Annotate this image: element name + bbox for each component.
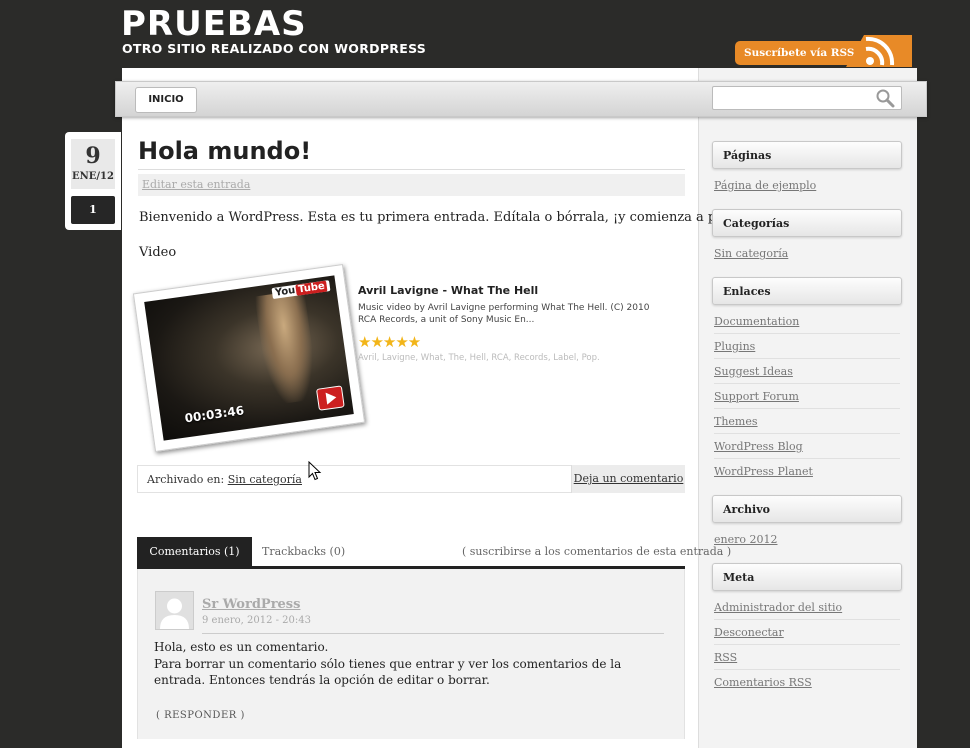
video-duration: 00:03:46 bbox=[183, 403, 245, 426]
sidebar-link-themes[interactable]: Themes bbox=[714, 415, 758, 428]
sidebar-link-documentation[interactable]: Documentation bbox=[714, 315, 799, 328]
sidebar-divider bbox=[714, 408, 900, 409]
sidebar-link-rss[interactable]: RSS bbox=[714, 651, 737, 664]
site-description: OTRO SITIO REALIZADO CON WORDPRESS bbox=[122, 41, 427, 56]
subscribe-comments-link[interactable]: ( suscribirse a los comentarios de esta … bbox=[462, 545, 731, 558]
post-date-month: ENE/12 bbox=[72, 171, 114, 182]
comment-date: 9 enero, 2012 - 20:43 bbox=[202, 615, 311, 626]
sidebar-heading-links: Enlaces bbox=[712, 277, 902, 305]
comment-count-badge[interactable]: 1 bbox=[71, 196, 115, 224]
video-label: Video bbox=[139, 245, 177, 260]
sidebar-divider bbox=[714, 358, 900, 359]
edit-post-link[interactable]: Editar esta entrada bbox=[142, 178, 250, 191]
comment-divider bbox=[202, 633, 664, 634]
rss-icon[interactable] bbox=[840, 35, 912, 67]
sidebar-divider bbox=[714, 383, 900, 384]
sidebar-divider bbox=[714, 458, 900, 459]
comment-text-line2: Para borrar un comentario sólo tienes qu… bbox=[154, 657, 622, 687]
sidebar-link-wordpress-blog[interactable]: WordPress Blog bbox=[714, 440, 803, 453]
site-title[interactable]: PRUEBAS bbox=[121, 4, 307, 44]
leave-comment-link[interactable]: Deja un comentario bbox=[571, 465, 685, 493]
avatar bbox=[155, 591, 194, 630]
post-title[interactable]: Hola mundo! bbox=[138, 137, 311, 165]
sidebar-divider bbox=[714, 433, 900, 434]
sidebar-link-suggest-ideas[interactable]: Suggest Ideas bbox=[714, 365, 793, 378]
post-body: Bienvenido a WordPress. Esta es tu prime… bbox=[139, 210, 772, 225]
archived-label: Archivado en: bbox=[147, 473, 225, 486]
sidebar-divider bbox=[714, 619, 900, 620]
sidebar-heading-categories: Categorías bbox=[712, 209, 902, 237]
sidebar-heading-pages: Páginas bbox=[712, 141, 902, 169]
post-date: 9 ENE/12 bbox=[71, 139, 115, 189]
comment-author[interactable]: Sr WordPress bbox=[202, 597, 300, 612]
sidebar-link-plugins[interactable]: Plugins bbox=[714, 340, 755, 353]
nav-home-button[interactable]: INICIO bbox=[135, 87, 197, 113]
comment-text-line1: Hola, esto es un comentario. bbox=[154, 640, 329, 654]
rss-abbr: RSS bbox=[788, 676, 812, 689]
sidebar-divider bbox=[714, 644, 900, 645]
search-box bbox=[712, 86, 902, 110]
reply-link[interactable]: ( RESPONDER ) bbox=[156, 710, 245, 721]
sidebar-heading-meta: Meta bbox=[712, 563, 902, 591]
video-description: Music video by Avril Lavigne performing … bbox=[358, 303, 650, 325]
sidebar-link-wordpress-planet[interactable]: WordPress Planet bbox=[714, 465, 813, 478]
sidebar-link-sample-page[interactable]: Página de ejemplo bbox=[714, 179, 816, 192]
sidebar-link-support-forum[interactable]: Support Forum bbox=[714, 390, 799, 403]
title-divider bbox=[138, 169, 685, 170]
mouse-cursor-icon bbox=[308, 460, 322, 481]
sidebar-heading-archive: Archivo bbox=[712, 495, 902, 523]
sidebar-divider bbox=[714, 333, 900, 334]
tab-trackbacks[interactable]: Trackbacks (0) bbox=[262, 545, 345, 558]
video-title[interactable]: Avril Lavigne - What The Hell bbox=[358, 284, 538, 297]
video-figure bbox=[254, 289, 320, 406]
sidebar-link-logout[interactable]: Desconectar bbox=[714, 626, 784, 639]
sidebar-divider bbox=[714, 669, 900, 670]
video-tags: Avril, Lavigne, What, The, Hell, RCA, Re… bbox=[358, 353, 600, 363]
video-rating-stars: ★★★★★ bbox=[358, 333, 421, 351]
archived-in: Archivado en: Sin categoría bbox=[147, 473, 302, 486]
search-icon[interactable] bbox=[875, 88, 895, 108]
sidebar-link-uncategorized[interactable]: Sin categoría bbox=[714, 247, 788, 260]
sidebar-link-comments-rss[interactable]: Comentarios RSS bbox=[714, 676, 812, 689]
post-date-day: 9 bbox=[85, 143, 101, 169]
rss-abbr: RSS bbox=[714, 651, 738, 664]
sidebar-link-archive-month[interactable]: enero 2012 bbox=[714, 533, 777, 546]
sidebar-link-site-admin[interactable]: Administrador del sitio bbox=[714, 601, 842, 614]
search-input[interactable] bbox=[717, 88, 881, 110]
comments-rss-label: Comentarios bbox=[714, 676, 789, 689]
video-thumbnail[interactable]: YouTube 00:03:46 bbox=[132, 264, 366, 452]
category-link[interactable]: Sin categoría bbox=[228, 473, 302, 486]
tab-comments[interactable]: Comentarios (1) bbox=[137, 537, 252, 566]
video-image: YouTube 00:03:46 bbox=[144, 275, 354, 441]
play-icon[interactable] bbox=[315, 385, 345, 411]
